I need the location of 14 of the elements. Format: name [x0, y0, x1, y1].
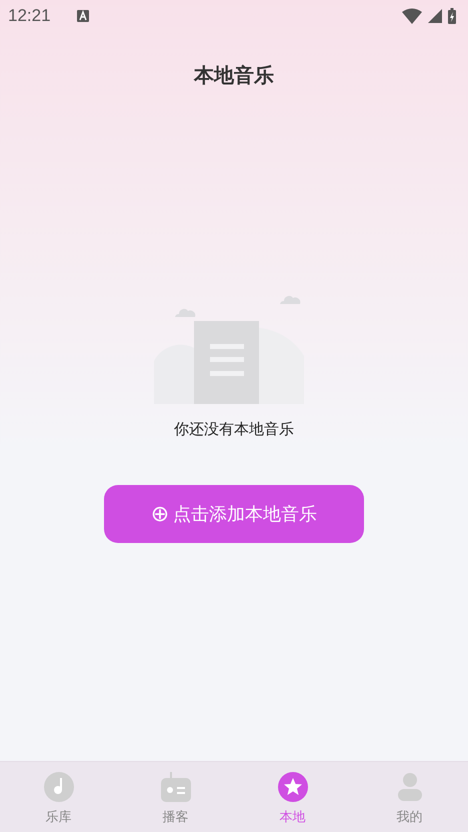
empty-message: 你还没有本地音乐 [174, 420, 294, 439]
nav-tab[interactable]: 乐库 [0, 762, 117, 832]
wifi-icon [402, 8, 422, 24]
nav-tab[interactable]: 本地 [234, 762, 351, 832]
status-time: 12:21 [8, 6, 51, 26]
nav-tab[interactable]: 我的 [351, 762, 468, 832]
page-title: 本地音乐 [192, 62, 275, 89]
nav-tab[interactable]: 播客 [117, 762, 234, 832]
battery-icon [448, 8, 456, 24]
signal-icon [428, 9, 442, 23]
music-disc-icon [44, 772, 74, 802]
keyboard-icon [76, 10, 89, 22]
radio-icon [160, 772, 190, 802]
add-music-button[interactable]: ⊕ 点击添加本地音乐 [104, 485, 364, 543]
